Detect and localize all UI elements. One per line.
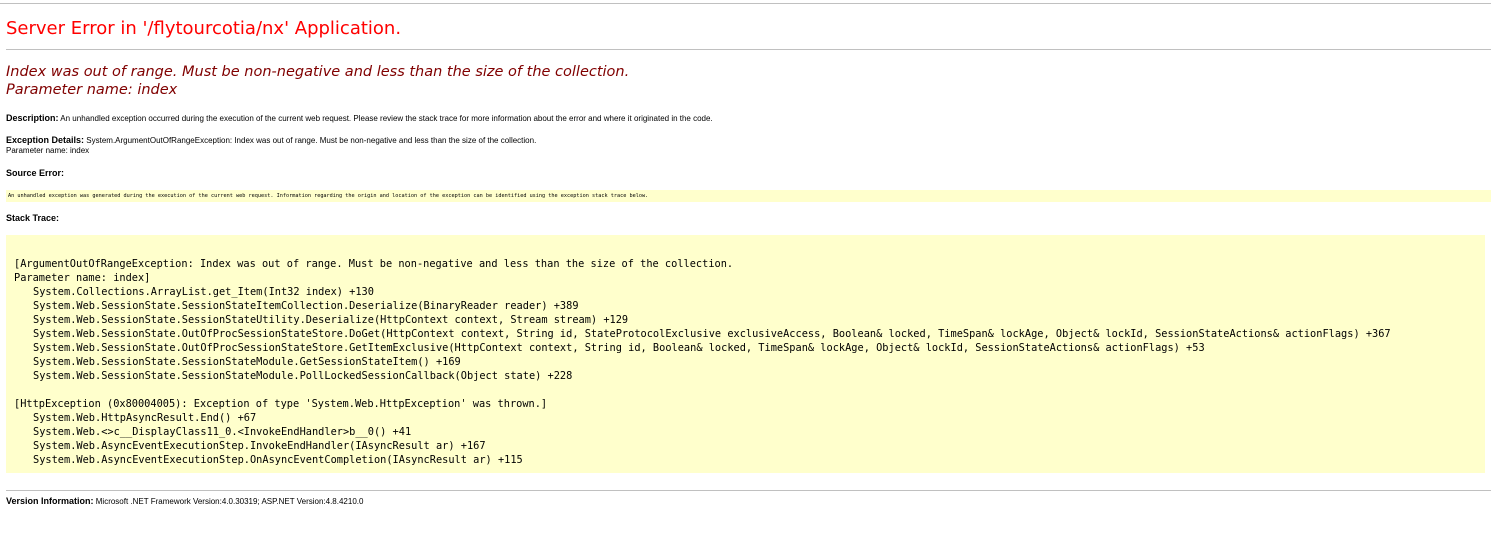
- page-title: Server Error in '/flytourcotia/nx' Appli…: [6, 18, 402, 39]
- stack-trace-line: Parameter name: index]: [14, 272, 151, 284]
- description: Description: An unhandled exception occu…: [6, 113, 713, 124]
- stack-trace-line: System.Web.<>c__DisplayClass11_0.<Invoke…: [33, 426, 412, 438]
- stack-trace-line: System.Web.SessionState.OutOfProcSession…: [33, 328, 1391, 340]
- stack-trace-line: [HttpException (0x80004005): Exception o…: [14, 398, 548, 410]
- exception-details-parameter: Parameter name: index: [6, 146, 90, 155]
- stack-trace-line: [14, 383, 1391, 397]
- exception-details: Exception Details: System.ArgumentOutOfR…: [6, 135, 536, 146]
- title-divider: [6, 49, 1491, 50]
- stack-trace-line: System.Web.HttpAsyncResult.End() +67: [33, 412, 257, 424]
- stack-trace-line: System.Web.SessionState.SessionStateModu…: [33, 356, 461, 368]
- version-information: Version Information: Microsoft .NET Fram…: [6, 496, 363, 507]
- exception-message: Index was out of range. Must be non-nega…: [6, 64, 630, 80]
- stack-trace-box: [ArgumentOutOfRangeException: Index was …: [6, 235, 1485, 473]
- exception-details-text: System.ArgumentOutOfRangeException: Inde…: [86, 136, 537, 145]
- error-page: Server Error in '/flytourcotia/nx' Appli…: [0, 0, 1491, 539]
- stack-trace-line: System.Web.AsyncEventExecutionStep.OnAsy…: [33, 454, 523, 466]
- source-error-heading: Source Error:: [6, 168, 64, 179]
- top-divider: [0, 3, 1491, 4]
- description-label: Description:: [6, 113, 59, 123]
- description-text: An unhandled exception occurred during t…: [60, 114, 713, 123]
- exception-heading: Index was out of range. Must be non-nega…: [6, 63, 629, 99]
- version-label: Version Information:: [6, 496, 94, 506]
- stack-trace-line: System.Web.SessionState.OutOfProcSession…: [33, 342, 1205, 354]
- stack-trace-line: System.Web.AsyncEventExecutionStep.Invok…: [33, 440, 486, 452]
- stack-trace-line: [ArgumentOutOfRangeException: Index was …: [14, 258, 734, 270]
- stack-trace-heading: Stack Trace:: [6, 213, 59, 224]
- stack-trace-line: System.Web.SessionState.SessionStateItem…: [33, 300, 579, 312]
- footer-divider: [6, 490, 1491, 491]
- source-error-label: Source Error:: [6, 168, 65, 178]
- exception-parameter: Parameter name: index: [6, 82, 178, 98]
- version-text: Microsoft .NET Framework Version:4.0.303…: [95, 497, 364, 506]
- stack-trace-line: System.Collections.ArrayList.get_Item(In…: [33, 286, 374, 298]
- stack-trace-label: Stack Trace:: [6, 213, 60, 223]
- source-error-text: An unhandled exception was generated dur…: [8, 193, 649, 199]
- stack-trace-line: System.Web.SessionState.SessionStateModu…: [33, 370, 573, 382]
- stack-trace-line: System.Web.SessionState.SessionStateUtil…: [33, 314, 629, 326]
- source-error-box: An unhandled exception was generated dur…: [6, 190, 1491, 202]
- stack-trace-text: [ArgumentOutOfRangeException: Index was …: [14, 257, 1391, 467]
- exception-details-label: Exception Details:: [6, 135, 85, 145]
